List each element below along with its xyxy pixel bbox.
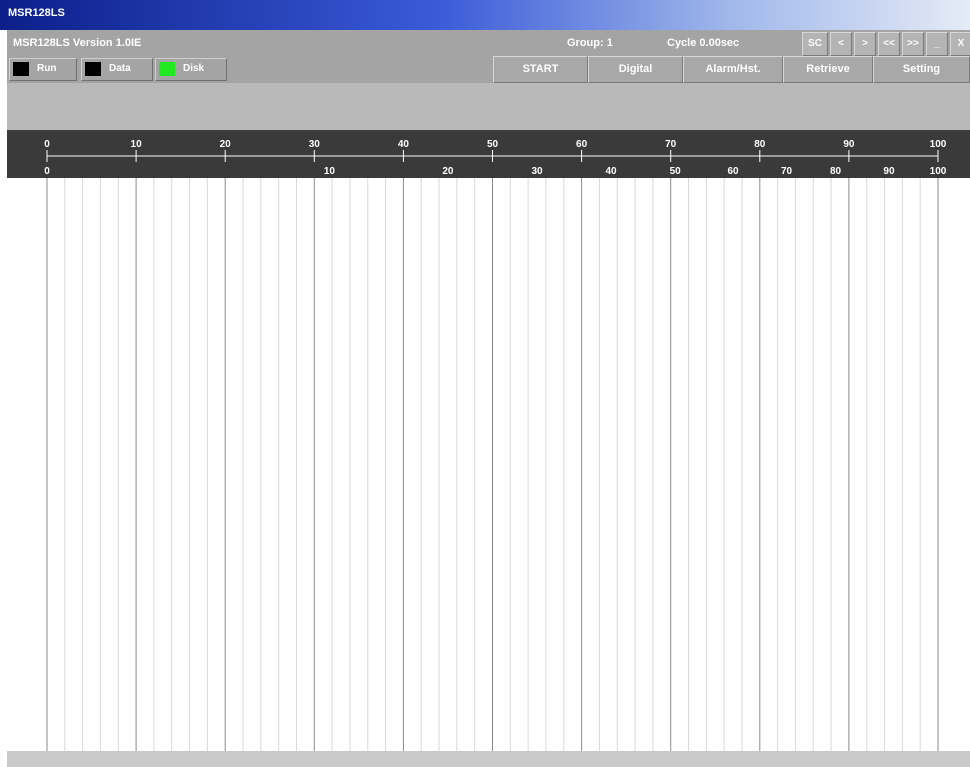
bottom-scale-label: 50 — [670, 166, 682, 177]
minimize-button[interactable]: _ — [926, 32, 948, 56]
top-scale: 0 10 20 30 40 50 60 70 80 90 100 — [44, 139, 947, 162]
bottom-scale-label: 40 — [605, 166, 617, 177]
bottom-scale-label: 30 — [531, 166, 543, 177]
disk-indicator: Disk — [155, 58, 227, 81]
close-button[interactable]: X — [950, 32, 970, 56]
bottom-scale-label: 20 — [442, 166, 454, 177]
scale-bar: 0 10 20 30 40 50 60 70 80 90 100 0 10 20 30 40 50 60 70 80… — [7, 130, 970, 178]
bottom-scale-label: 10 — [324, 166, 336, 177]
bottom-scale-label: 100 — [930, 166, 947, 177]
digital-button[interactable]: Digital — [588, 56, 683, 83]
top-scale-label: 30 — [309, 139, 321, 150]
run-status-light — [13, 62, 29, 76]
top-scale-label: 0 — [44, 139, 50, 150]
top-scale-label: 10 — [131, 139, 143, 150]
run-label: Run — [37, 63, 57, 74]
rewind-button[interactable]: << — [878, 32, 900, 56]
retrieve-button[interactable]: Retrieve — [783, 56, 873, 83]
setting-button[interactable]: Setting — [873, 56, 970, 83]
disk-label: Disk — [183, 63, 205, 74]
grid-lines — [46, 178, 939, 751]
top-scale-label: 40 — [398, 139, 410, 150]
start-button[interactable]: START — [493, 56, 588, 83]
tool-panel — [7, 83, 970, 130]
next-button[interactable]: > — [854, 32, 876, 56]
top-scale-label: 90 — [843, 139, 855, 150]
bottom-scale-label: 90 — [883, 166, 895, 177]
group-label: Group: 1 — [567, 37, 613, 49]
status-row: Run Data Disk START Digital Alarm/Hst. R… — [7, 56, 970, 83]
bottom-scale-label: 0 — [44, 166, 50, 177]
top-scale-label: 70 — [665, 139, 677, 150]
sc-button[interactable]: SC — [802, 32, 828, 56]
app-window: MSR128LS Version 1.0IE Group: 1 Cycle 0.… — [7, 30, 970, 767]
forward-button[interactable]: >> — [902, 32, 924, 56]
scale-svg: 0 10 20 30 40 50 60 70 80 90 100 0 10 20 30 40 50 60 70 80… — [44, 139, 947, 177]
top-scale-label: 20 — [220, 139, 232, 150]
alarm-history-button[interactable]: Alarm/Hst. — [683, 56, 783, 83]
data-status-light — [85, 62, 101, 76]
run-indicator: Run — [9, 58, 77, 81]
window-title: MSR128LS — [8, 7, 65, 19]
system-buttons: SC < > << >> _ X — [802, 32, 970, 56]
version-label: MSR128LS Version 1.0IE — [13, 37, 142, 49]
bottom-scale-label: 70 — [781, 166, 793, 177]
header-bar: MSR128LS Version 1.0IE Group: 1 Cycle 0.… — [7, 30, 970, 56]
bottom-scale-label: 60 — [728, 166, 740, 177]
grid-svg — [46, 178, 939, 751]
trend-plot-area — [7, 178, 970, 751]
bottom-scale-label: 80 — [830, 166, 842, 177]
top-scale-label: 60 — [576, 139, 588, 150]
top-scale-label: 100 — [930, 139, 947, 150]
cycle-label: Cycle 0.00sec — [667, 37, 740, 49]
data-indicator: Data — [81, 58, 153, 81]
top-scale-label: 50 — [487, 139, 499, 150]
data-label: Data — [109, 63, 131, 74]
horizontal-scrollbar[interactable] — [7, 751, 970, 767]
bottom-scale: 0 10 20 30 40 50 60 70 80 90 100 — [44, 166, 947, 177]
prev-button[interactable]: < — [830, 32, 852, 56]
title-bar: MSR128LS — [0, 0, 970, 30]
top-scale-label: 80 — [754, 139, 766, 150]
disk-status-light — [159, 62, 175, 76]
